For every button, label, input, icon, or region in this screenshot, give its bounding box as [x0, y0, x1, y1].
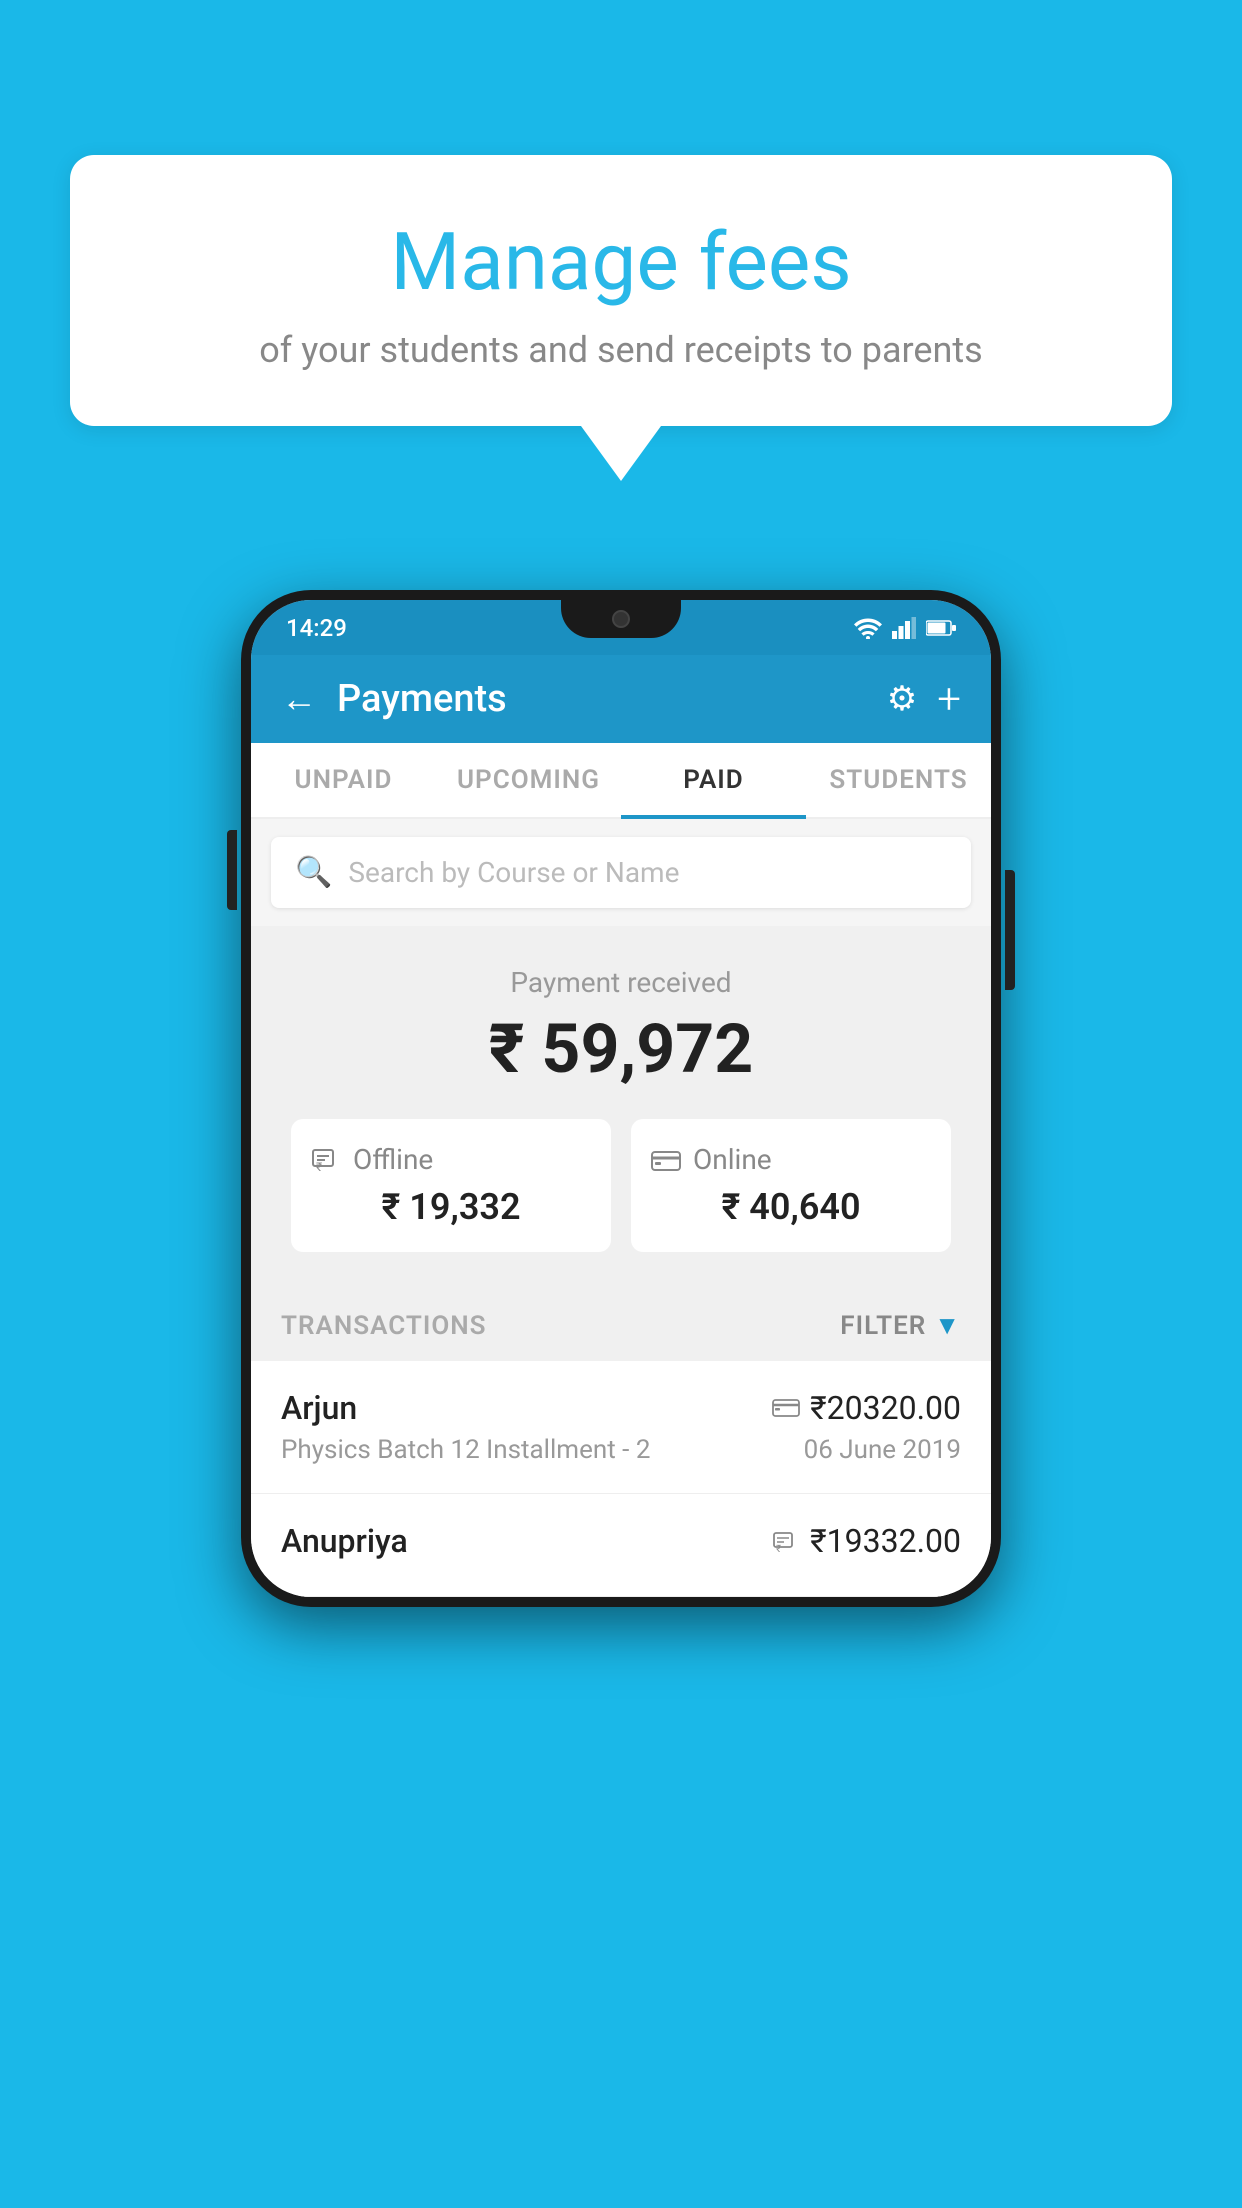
notch: [561, 600, 681, 638]
online-icon: [651, 1149, 681, 1171]
speech-bubble-container: Manage fees of your students and send re…: [70, 155, 1172, 481]
back-button[interactable]: ←: [281, 678, 317, 720]
transaction-top-row: Anupriya ₹ ₹19332.00: [281, 1522, 961, 1560]
transaction-bottom-row: Physics Batch 12 Installment - 2 06 June…: [281, 1435, 961, 1465]
battery-icon: [926, 619, 956, 637]
transaction-top-row: Arjun ₹20320.00: [281, 1389, 961, 1427]
payment-total-amount: ₹ 59,972: [281, 1009, 961, 1089]
offline-label: Offline: [353, 1143, 433, 1176]
status-bar: 14:29: [251, 600, 991, 655]
transaction-amount-wrapper: ₹ ₹19332.00: [772, 1522, 961, 1560]
payment-mode-icon: ₹: [772, 1530, 800, 1552]
search-icon: 🔍: [295, 855, 332, 890]
online-label: Online: [693, 1143, 772, 1176]
transaction-date: 06 June 2019: [804, 1435, 961, 1465]
offline-amount: ₹ 19,332: [311, 1186, 591, 1228]
camera: [612, 610, 630, 628]
payment-mode-icon: [772, 1398, 800, 1418]
offline-card-top: ₹ Offline: [311, 1143, 591, 1176]
offline-icon: ₹: [311, 1146, 341, 1174]
settings-icon[interactable]: ⚙: [887, 679, 917, 719]
wifi-icon: [854, 617, 882, 639]
transaction-name: Anupriya: [281, 1522, 408, 1560]
payment-summary: Payment received ₹ 59,972 ₹: [251, 926, 991, 1282]
tabs-bar: UNPAID UPCOMING PAID STUDENTS: [251, 743, 991, 819]
tab-unpaid[interactable]: UNPAID: [251, 743, 436, 817]
transaction-name: Arjun: [281, 1389, 357, 1427]
transaction-list: Arjun ₹20320.00 Physics Batch: [251, 1361, 991, 1597]
transaction-amount: ₹19332.00: [810, 1522, 961, 1560]
transaction-amount-wrapper: ₹20320.00: [772, 1389, 961, 1427]
speech-bubble-title: Manage fees: [130, 215, 1112, 309]
add-icon[interactable]: +: [937, 675, 961, 724]
status-time: 14:29: [286, 614, 347, 642]
online-amount: ₹ 40,640: [651, 1186, 931, 1228]
header-actions: ⚙ +: [887, 675, 961, 724]
online-card-top: Online: [651, 1143, 931, 1176]
transactions-header: TRANSACTIONS FILTER ▼: [251, 1282, 991, 1361]
speech-bubble: Manage fees of your students and send re…: [70, 155, 1172, 426]
svg-text:₹: ₹: [316, 1160, 322, 1174]
transaction-amount: ₹20320.00: [810, 1389, 961, 1427]
filter-button[interactable]: FILTER ▼: [840, 1310, 961, 1341]
phone-frame: 14:29: [241, 590, 1001, 1607]
online-payment-card: Online ₹ 40,640: [631, 1119, 951, 1252]
filter-icon: ▼: [934, 1310, 961, 1341]
svg-text:₹: ₹: [776, 1544, 781, 1552]
tab-paid[interactable]: PAID: [621, 743, 806, 817]
app-header: ← Payments ⚙ +: [251, 655, 991, 743]
status-icons: [854, 617, 956, 639]
transaction-course: Physics Batch 12 Installment - 2: [281, 1435, 650, 1465]
search-placeholder: Search by Course or Name: [348, 856, 679, 889]
header-title: Payments: [337, 677, 867, 721]
table-row: Arjun ₹20320.00 Physics Batch: [251, 1361, 991, 1494]
filter-label: FILTER: [840, 1311, 926, 1341]
search-input-wrapper[interactable]: 🔍 Search by Course or Name: [271, 837, 971, 908]
tab-upcoming[interactable]: UPCOMING: [436, 743, 621, 817]
offline-payment-card: ₹ Offline ₹ 19,332: [291, 1119, 611, 1252]
signal-icon: [892, 617, 916, 639]
payment-cards: ₹ Offline ₹ 19,332: [291, 1119, 951, 1252]
search-container: 🔍 Search by Course or Name: [251, 819, 991, 926]
speech-bubble-subtitle: of your students and send receipts to pa…: [130, 329, 1112, 371]
phone-screen: 14:29: [251, 600, 991, 1597]
speech-bubble-arrow: [581, 426, 661, 481]
phone-device: 14:29: [241, 590, 1001, 1607]
table-row: Anupriya ₹ ₹19332.00: [251, 1494, 991, 1597]
payment-received-label: Payment received: [281, 966, 961, 999]
transactions-label: TRANSACTIONS: [281, 1311, 487, 1341]
tab-students[interactable]: STUDENTS: [806, 743, 991, 817]
